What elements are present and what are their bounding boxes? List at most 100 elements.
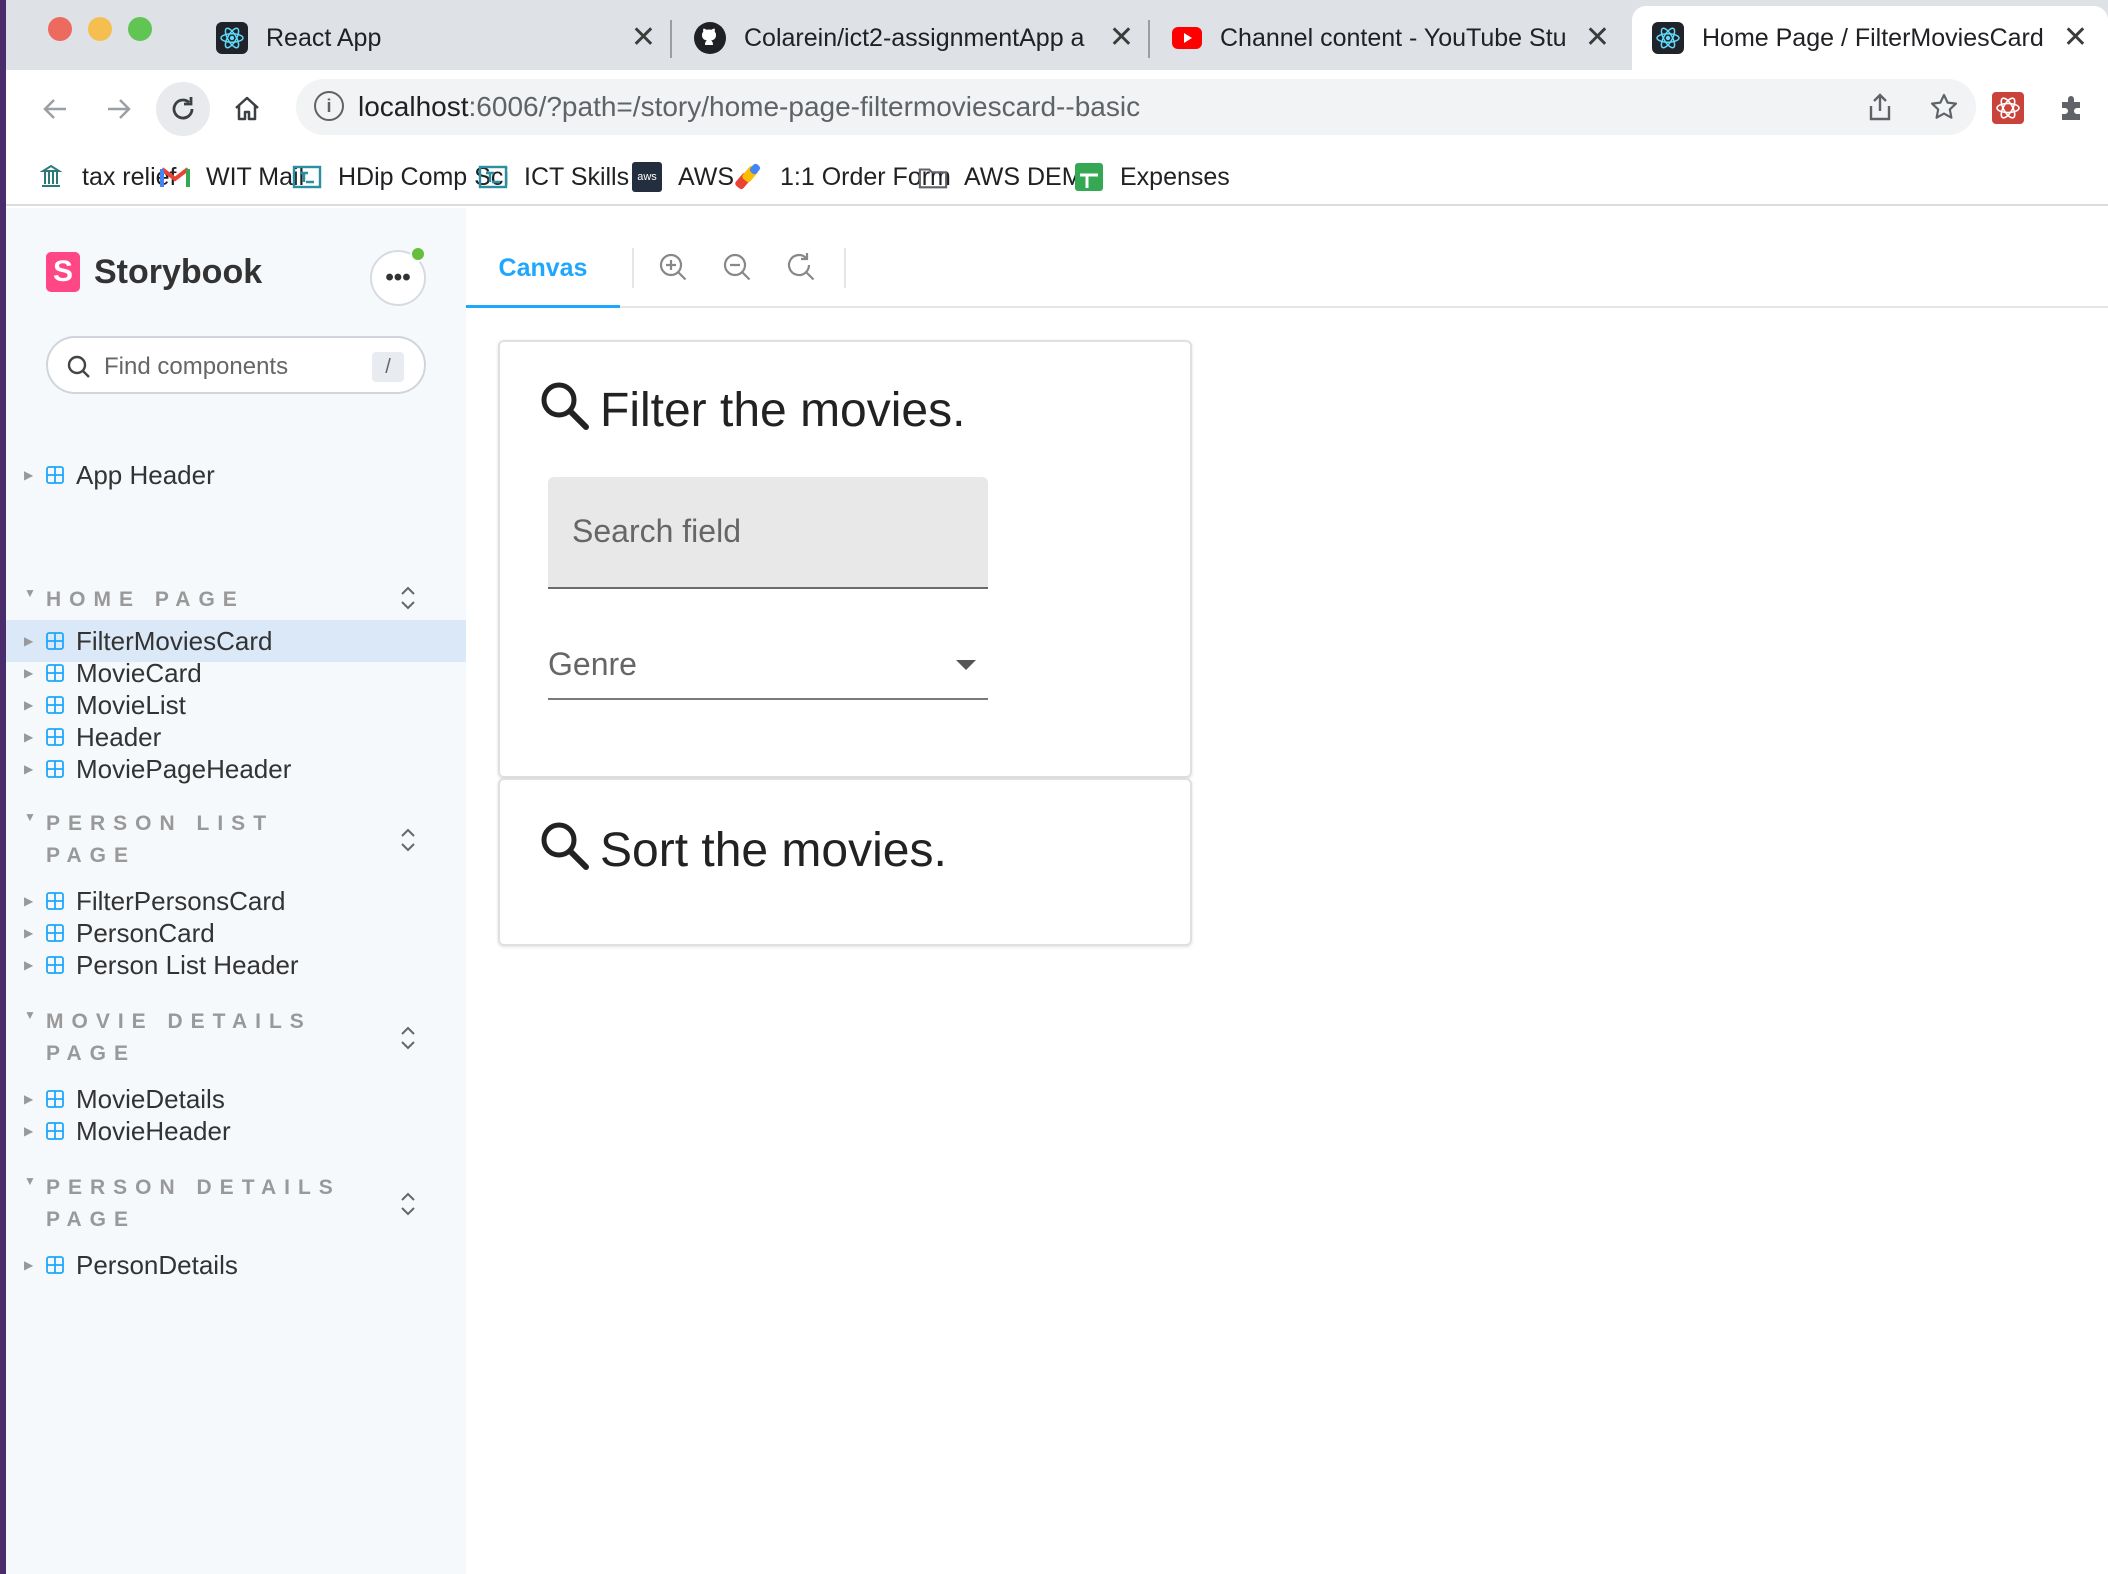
close-tab-icon[interactable]: ✕ [631,23,656,53]
filter-movies-card: Filter the movies. Search field Genre [498,340,1192,778]
sidebar-item-person-list-header[interactable]: ▶ Person List Header [6,944,466,986]
tab-github[interactable]: Colarein/ict2-assignmentApp a ✕ [674,6,1154,70]
react-icon [216,22,248,54]
extension-react-devtools-icon[interactable] [1988,88,2028,128]
expand-collapse-icon[interactable] [396,1024,420,1052]
tab-storybook-active[interactable]: Home Page / FilterMoviesCard ✕ [1632,6,2108,70]
forward-button[interactable] [94,84,144,134]
tab-title: Home Page / FilterMoviesCard [1702,23,2044,52]
card-header: Sort the movies. [538,818,947,878]
maximize-window-button[interactable] [128,17,152,41]
tax-icon [36,162,66,192]
bookmark-hdip-comp-sci[interactable]: HDip Comp Sci [292,156,509,198]
close-window-button[interactable] [48,17,72,41]
close-tab-icon[interactable]: ✕ [1109,23,1134,53]
reload-icon [172,97,194,120]
tab-title: Colarein/ict2-assignmentApp a [744,23,1085,52]
tab-title: Channel content - YouTube Stu [1220,23,1567,52]
toolbar-divider [632,248,634,288]
zoom-in-icon[interactable] [654,248,694,288]
tab-youtube-studio[interactable]: Channel content - YouTube Stu ✕ [1152,6,1630,70]
bookmark-ict-skills-2[interactable]: ICT Skills 2 [478,156,650,198]
sidebar-item-persondetails[interactable]: ▶ PersonDetails [6,1244,466,1286]
sidebar-group-person-list-page[interactable]: ▼ PERSON LIST PAGE [6,808,466,874]
extensions-puzzle-icon[interactable] [2052,88,2092,128]
tab-title: React App [266,23,382,52]
home-button[interactable] [222,84,272,134]
browser-toolbar: i localhost:6006/?path=/story/home-page-… [6,70,2108,148]
storybook-logo[interactable]: S Storybook [46,252,262,292]
address-bar[interactable]: i localhost:6006/?path=/story/home-page-… [296,79,1976,135]
reset-zoom-icon[interactable] [782,248,822,288]
expand-caret-icon: ▶ [24,926,34,940]
bookmark-star-icon[interactable] [1926,89,1962,125]
arrow-left-icon [43,99,66,119]
genre-label: Genre [548,646,637,682]
card-title: Filter the movies. [600,384,966,437]
search-icon [541,822,589,870]
find-components-input[interactable]: Find components / [46,336,426,394]
expand-collapse-icon[interactable] [396,584,420,612]
expand-caret-icon: ▶ [24,666,34,680]
bookmark-tax-relief[interactable]: tax relief [36,156,176,198]
component-icon [46,956,64,974]
back-button[interactable] [30,84,80,134]
collapse-caret-icon: ▼ [24,810,36,824]
sidebar-item-moviepageheader[interactable]: ▶ MoviePageHeader [6,748,466,790]
teams-icon [478,162,508,192]
sidebar-item-movieheader[interactable]: ▶ MovieHeader [6,1110,466,1152]
github-icon [694,22,726,54]
expand-collapse-icon[interactable] [396,826,420,854]
reload-button[interactable] [156,82,210,136]
genre-select[interactable]: Genre [548,628,988,700]
tab-canvas[interactable]: Canvas [466,228,620,310]
toolbar-divider [844,248,846,288]
expand-caret-icon: ▶ [24,730,34,744]
component-icon [46,696,64,714]
form-icon [734,162,764,192]
expand-caret-icon: ▶ [24,762,34,776]
collapse-caret-icon: ▼ [24,1008,36,1022]
sidebar-group-person-details-page[interactable]: ▼ PERSON DETAILS PAGE [6,1172,466,1238]
share-icon[interactable] [1862,89,1898,125]
search-placeholder: Find components [104,353,289,380]
sidebar-group-home-page[interactable]: ▼ HOME PAGE [6,584,466,618]
collapse-caret-icon: ▼ [24,586,36,600]
component-icon [46,466,64,484]
bookmark-expenses[interactable]: Expenses [1074,156,1230,198]
component-icon [46,760,64,778]
bookmark-wit-mail[interactable]: WIT Mail [160,156,304,198]
expand-caret-icon: ▶ [24,698,34,712]
tab-react-app[interactable]: React App ✕ [196,6,676,70]
card-title: Sort the movies. [600,824,947,877]
collapse-caret-icon: ▼ [24,1174,36,1188]
expand-collapse-icon[interactable] [396,1190,420,1218]
close-tab-icon[interactable]: ✕ [2063,23,2088,53]
component-icon [46,1122,64,1140]
search-field-input[interactable]: Search field [548,477,988,589]
site-info-icon[interactable]: i [314,91,344,121]
zoom-out-icon[interactable] [718,248,758,288]
preview-toolbar: Canvas [466,228,2108,310]
component-icon [46,1090,64,1108]
minimize-window-button[interactable] [88,17,112,41]
expand-caret-icon: ▶ [24,468,34,482]
tab-separator [1148,20,1150,58]
storybook-brand: Storybook [94,252,263,291]
search-shortcut-key: / [372,352,404,382]
gmail-icon [160,162,190,192]
bookmark-aws[interactable]: aws AWS [632,156,734,198]
url-text: localhost:6006/?path=/story/home-page-fi… [358,91,1141,122]
close-tab-icon[interactable]: ✕ [1585,23,1610,53]
component-icon [46,924,64,942]
folder-icon [918,162,948,192]
home-icon [235,96,259,121]
sheets-icon [1074,162,1104,192]
storybook-logo-icon: S [46,252,80,292]
card-header: Filter the movies. [538,378,965,438]
component-icon [46,664,64,682]
sidebar-group-movie-details-page[interactable]: ▼ MOVIE DETAILS PAGE [6,1006,466,1072]
react-icon [1652,22,1684,54]
sidebar-item-app-header[interactable]: ▶ App Header [6,454,466,496]
expand-caret-icon: ▶ [24,1092,34,1106]
